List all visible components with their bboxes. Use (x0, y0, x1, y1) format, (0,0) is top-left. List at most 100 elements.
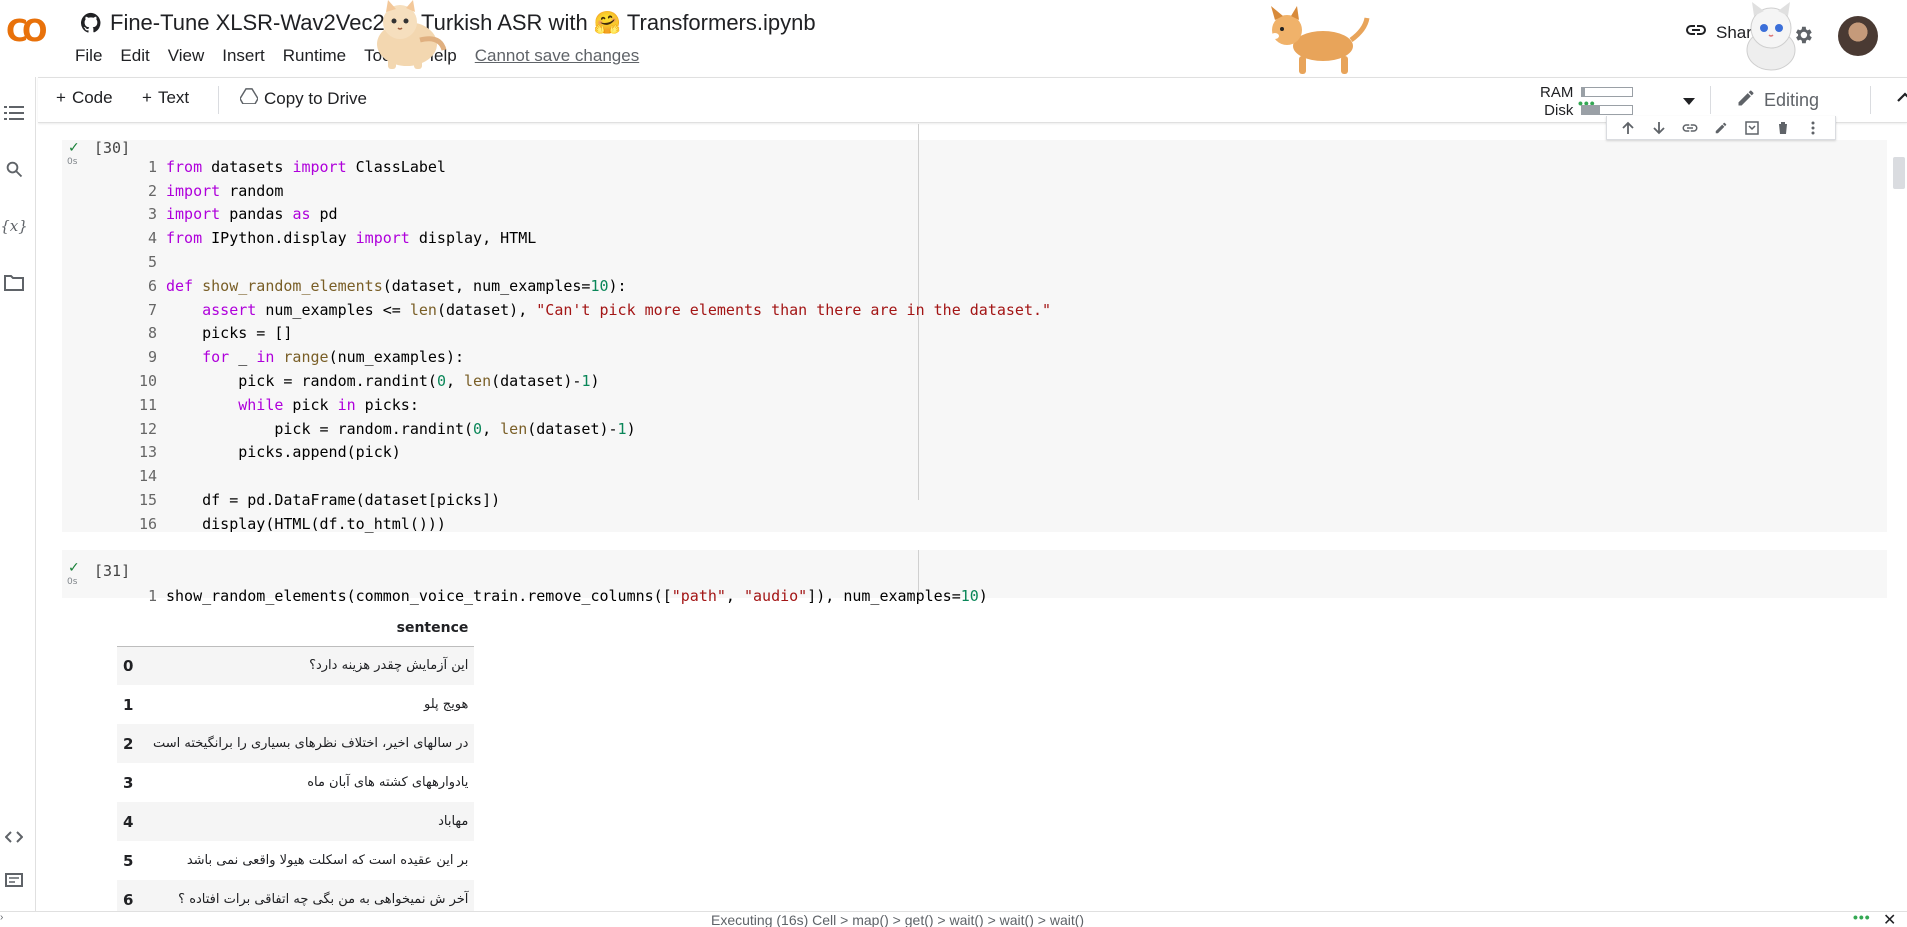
code-line: 7 assert num_examples <= len(dataset), "… (147, 300, 1052, 319)
execution-status-text[interactable]: Executing (16s) Cell > map() > get() > w… (711, 912, 1084, 927)
github-icon[interactable] (80, 12, 102, 34)
table-row: 5 بر این عقیده است که اسکلت هیولا واقعی ن… (117, 841, 474, 880)
ram-bar (1581, 87, 1634, 97)
terminal-icon[interactable] (2, 868, 26, 892)
code-line: 5 (147, 252, 157, 271)
user-avatar[interactable] (1838, 16, 1878, 56)
copy-to-drive-label: Copy to Drive (264, 88, 367, 108)
resource-monitor[interactable]: RAM Disk (1540, 83, 1634, 119)
link-icon[interactable] (1681, 120, 1699, 136)
sentence-cell: این آزمایش چقدر هزینه دارد؟ (147, 646, 475, 685)
edit-icon[interactable] (1712, 120, 1730, 136)
code-line: 11 while pick in picks: (138, 395, 419, 414)
menu-insert[interactable]: Insert (222, 46, 274, 66)
run-complete-check-icon[interactable]: ✓ (68, 560, 80, 576)
variables-icon[interactable]: {x} (0, 214, 28, 238)
resource-dropdown-icon[interactable] (1683, 93, 1695, 111)
code-cell[interactable]: ✓ 0s [31] 1 show_random_elements(common_v… (62, 550, 1887, 605)
disk-bar (1581, 105, 1634, 115)
colab-logo[interactable]: CO (6, 14, 47, 49)
row-index: 2 (117, 724, 147, 763)
search-icon[interactable] (2, 157, 26, 181)
collapse-header-icon[interactable] (1896, 90, 1907, 108)
disk-bar-fill (1582, 106, 1600, 114)
mirror-cell-icon[interactable] (1743, 120, 1761, 136)
cell-actions-toolbar (1606, 116, 1836, 140)
menu-view[interactable]: View (168, 46, 214, 66)
running-indicator-icon: ••• (1853, 909, 1871, 925)
row-index: 4 (117, 802, 147, 841)
toolbar-divider (1710, 86, 1711, 114)
editing-mode-button[interactable]: Editing (1736, 88, 1819, 113)
ram-label: RAM (1540, 83, 1574, 101)
code-line: 9 for _ in range(num_examples): (147, 348, 465, 367)
plus-icon: + (142, 88, 152, 107)
table-row: 3 یادوارههای کشته های آبان ماه (117, 763, 474, 802)
output-dataframe-table: sentence 0 این آزمایش چقدر هزینه دارد؟ 1 ه… (117, 610, 475, 919)
copy-to-drive-button[interactable]: Copy to Drive (239, 88, 367, 109)
row-index: 5 (123, 851, 134, 870)
code-line: 3 import pandas as pd (147, 205, 338, 224)
code-line: 2 import random (147, 181, 284, 200)
status-expand-icon[interactable]: › (0, 912, 3, 923)
table-row: 1 هویج پلو (117, 685, 474, 724)
code-line: 6 def show_random_elements(dataset, num_e… (147, 276, 627, 295)
code-line: 1 from datasets import ClassLabel (147, 157, 446, 176)
table-header-row: sentence (117, 610, 475, 647)
notebook-title[interactable]: Fine-Tune XLSR-Wav2Vec2 on Turkish ASR w… (110, 10, 816, 36)
status-bar: › Executing (16s) Cell > map() > get() >… (0, 909, 1907, 927)
run-complete-check-icon[interactable]: ✓ (68, 140, 80, 156)
close-icon[interactable]: ✕ (1883, 910, 1896, 927)
cannot-save-link[interactable]: Cannot save changes (475, 46, 639, 66)
scrollbar-thumb[interactable] (1893, 157, 1905, 189)
code-cell[interactable]: ✓ 0s [30] 1 from datasets import ClassLab… (62, 124, 1887, 533)
code-line: 12 pick = random.randint(0, len(dataset)… (138, 419, 636, 438)
drive-icon (239, 88, 259, 109)
row-index: 3 (123, 773, 134, 792)
add-code-button[interactable]: + Code (56, 88, 113, 108)
code-line: 15 df = pd.DataFrame(dataset[picks]) (138, 490, 501, 509)
more-options-icon[interactable] (1804, 120, 1822, 136)
table-row: 0 این آزمایش چقدر هزینه دارد؟ (117, 646, 475, 685)
table-row: 4 مهاباد (117, 802, 475, 841)
disk-label: Disk (1544, 101, 1574, 119)
code-editor[interactable]: 1 from datasets import ClassLabel 2 import … (119, 132, 1051, 584)
menu-edit[interactable]: Edit (120, 46, 158, 66)
menu-runtime[interactable]: Runtime (283, 46, 355, 66)
run-time-label: 0s (67, 157, 78, 167)
menu-file[interactable]: File (75, 46, 111, 66)
sentence-cell: مهاباد (147, 802, 475, 841)
app-header: CO Fine-Tune XLSR-Wav2Vec2 on Turkish AS… (0, 0, 1907, 76)
pencil-icon (1736, 88, 1756, 113)
code-line: 4 from IPython.display import display, HT… (147, 229, 537, 248)
logo-text: CO (6, 14, 47, 49)
sentence-cell: هویج پلو (424, 697, 469, 712)
sentence-cell: یادوارههای کشته های آبان ماه (307, 775, 469, 790)
cat-sticker (360, 0, 455, 77)
table-corner-cell (117, 610, 147, 647)
add-code-label: Code (71, 88, 113, 107)
code-line: 1 show_random_elements(common_voice_train… (147, 586, 988, 605)
move-up-icon[interactable] (1619, 120, 1637, 136)
code-line: 8 picks = [] (147, 324, 293, 343)
table-row: 2 در سالهای اخیر، اختلاف نظرهای بسیاری را… (117, 724, 475, 763)
table-of-contents-icon[interactable] (2, 101, 26, 125)
run-time-label: 0s (67, 577, 78, 587)
row-index: 0 (117, 646, 147, 685)
row-index: 1 (123, 695, 134, 714)
ram-bar-fill (1582, 88, 1585, 96)
code-line: 16 display(HTML(df.to_html())) (138, 514, 446, 533)
code-line: 14 (138, 467, 157, 486)
move-down-icon[interactable] (1650, 120, 1668, 136)
code-line: 10 pick = random.randint(0, len(dataset)… (138, 371, 600, 390)
delete-icon[interactable] (1774, 120, 1792, 136)
add-text-button[interactable]: + Text (142, 88, 189, 108)
add-text-label: Text (157, 88, 190, 107)
code-line: 13 picks.append(pick) (138, 443, 401, 462)
left-sidebar: {x} (0, 77, 36, 911)
settings-gear-icon[interactable] (1792, 24, 1814, 51)
folder-icon[interactable] (2, 271, 26, 295)
sentence-cell: بر این عقیده است که اسکلت هیولا واقعی نم… (186, 853, 469, 868)
code-snippets-icon[interactable] (2, 825, 26, 849)
plus-icon: + (56, 88, 66, 107)
